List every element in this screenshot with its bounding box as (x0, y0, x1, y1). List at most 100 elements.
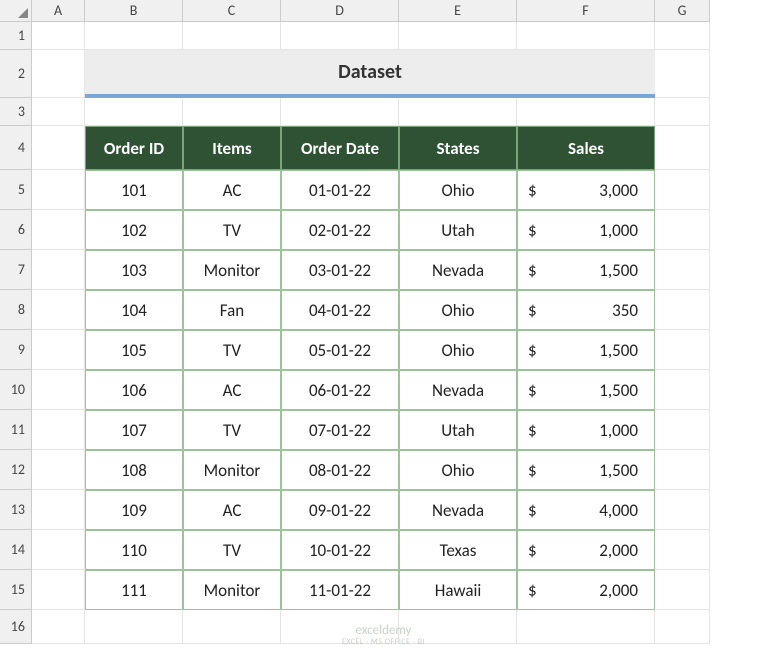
table-cell[interactable]: Ohio (399, 290, 517, 330)
empty-cell[interactable] (655, 98, 710, 126)
empty-cell[interactable] (32, 210, 85, 250)
col-header-B[interactable]: B (85, 0, 183, 22)
table-cell[interactable]: $2,000 (517, 570, 655, 610)
empty-cell[interactable] (655, 610, 710, 644)
empty-cell[interactable] (655, 210, 710, 250)
table-header[interactable]: Order Date (281, 126, 399, 170)
empty-cell[interactable] (655, 50, 710, 98)
table-cell[interactable]: $350 (517, 290, 655, 330)
table-cell[interactable]: 11-01-22 (281, 570, 399, 610)
col-header-F[interactable]: F (517, 0, 655, 22)
table-cell[interactable]: TV (183, 530, 281, 570)
table-cell[interactable]: 110 (85, 530, 183, 570)
table-cell[interactable]: $1,500 (517, 330, 655, 370)
row-header-6[interactable]: 6 (0, 210, 32, 250)
row-header-11[interactable]: 11 (0, 410, 32, 450)
empty-cell[interactable] (183, 610, 281, 644)
col-header-C[interactable]: C (183, 0, 281, 22)
table-cell[interactable]: $4,000 (517, 490, 655, 530)
table-cell[interactable]: Ohio (399, 170, 517, 210)
empty-cell[interactable] (32, 290, 85, 330)
empty-cell[interactable] (85, 610, 183, 644)
empty-cell[interactable] (32, 570, 85, 610)
empty-cell[interactable] (32, 250, 85, 290)
table-cell[interactable]: 07-01-22 (281, 410, 399, 450)
table-cell[interactable]: AC (183, 490, 281, 530)
select-all-corner[interactable] (0, 0, 32, 22)
row-header-4[interactable]: 4 (0, 126, 32, 170)
table-cell[interactable]: Nevada (399, 250, 517, 290)
row-header-16[interactable]: 16 (0, 610, 32, 644)
table-header[interactable]: Order ID (85, 126, 183, 170)
table-cell[interactable]: 10-01-22 (281, 530, 399, 570)
empty-cell[interactable] (32, 530, 85, 570)
empty-cell[interactable] (517, 22, 655, 50)
table-cell[interactable]: 01-01-22 (281, 170, 399, 210)
table-cell[interactable]: 04-01-22 (281, 290, 399, 330)
table-cell[interactable]: 111 (85, 570, 183, 610)
table-header[interactable]: States (399, 126, 517, 170)
row-header-14[interactable]: 14 (0, 530, 32, 570)
row-header-2[interactable]: 2 (0, 50, 32, 98)
empty-cell[interactable] (655, 126, 710, 170)
empty-cell[interactable] (32, 330, 85, 370)
table-cell[interactable]: Nevada (399, 370, 517, 410)
table-cell[interactable]: Ohio (399, 330, 517, 370)
empty-cell[interactable] (399, 98, 517, 126)
col-header-D[interactable]: D (281, 0, 399, 22)
row-header-12[interactable]: 12 (0, 450, 32, 490)
table-cell[interactable]: 105 (85, 330, 183, 370)
empty-cell[interactable] (32, 410, 85, 450)
row-header-9[interactable]: 9 (0, 330, 32, 370)
empty-cell[interactable] (32, 98, 85, 126)
table-cell[interactable]: AC (183, 170, 281, 210)
table-cell[interactable]: 06-01-22 (281, 370, 399, 410)
row-header-7[interactable]: 7 (0, 250, 32, 290)
table-cell[interactable]: Hawaii (399, 570, 517, 610)
col-header-G[interactable]: G (655, 0, 710, 22)
empty-cell[interactable] (655, 250, 710, 290)
empty-cell[interactable] (655, 370, 710, 410)
table-cell[interactable]: Nevada (399, 490, 517, 530)
row-header-1[interactable]: 1 (0, 22, 32, 50)
table-cell[interactable]: 03-01-22 (281, 250, 399, 290)
empty-cell[interactable] (32, 126, 85, 170)
dataset-title[interactable]: Dataset (85, 50, 655, 98)
table-cell[interactable]: Monitor (183, 570, 281, 610)
empty-cell[interactable] (281, 98, 399, 126)
table-cell[interactable]: $3,000 (517, 170, 655, 210)
empty-cell[interactable] (655, 410, 710, 450)
row-header-15[interactable]: 15 (0, 570, 32, 610)
empty-cell[interactable] (85, 98, 183, 126)
row-header-10[interactable]: 10 (0, 370, 32, 410)
table-cell[interactable]: $1,500 (517, 250, 655, 290)
row-header-13[interactable]: 13 (0, 490, 32, 530)
table-cell[interactable]: 101 (85, 170, 183, 210)
empty-cell[interactable] (655, 530, 710, 570)
table-cell[interactable]: 102 (85, 210, 183, 250)
empty-cell[interactable] (655, 290, 710, 330)
empty-cell[interactable] (655, 570, 710, 610)
table-cell[interactable]: 106 (85, 370, 183, 410)
table-cell[interactable]: Monitor (183, 450, 281, 490)
table-cell[interactable]: $1,500 (517, 450, 655, 490)
empty-cell[interactable] (32, 610, 85, 644)
table-cell[interactable]: TV (183, 330, 281, 370)
table-cell[interactable]: $2,000 (517, 530, 655, 570)
table-cell[interactable]: 107 (85, 410, 183, 450)
col-header-E[interactable]: E (399, 0, 517, 22)
empty-cell[interactable] (85, 22, 183, 50)
empty-cell[interactable] (517, 610, 655, 644)
table-cell[interactable]: $1,500 (517, 370, 655, 410)
table-cell[interactable]: 05-01-22 (281, 330, 399, 370)
table-cell[interactable]: Monitor (183, 250, 281, 290)
empty-cell[interactable] (32, 490, 85, 530)
table-cell[interactable]: 109 (85, 490, 183, 530)
table-cell[interactable]: 108 (85, 450, 183, 490)
empty-cell[interactable] (655, 22, 710, 50)
table-header[interactable]: Items (183, 126, 281, 170)
row-header-3[interactable]: 3 (0, 98, 32, 126)
table-cell[interactable]: Utah (399, 210, 517, 250)
table-header[interactable]: Sales (517, 126, 655, 170)
empty-cell[interactable] (32, 50, 85, 98)
